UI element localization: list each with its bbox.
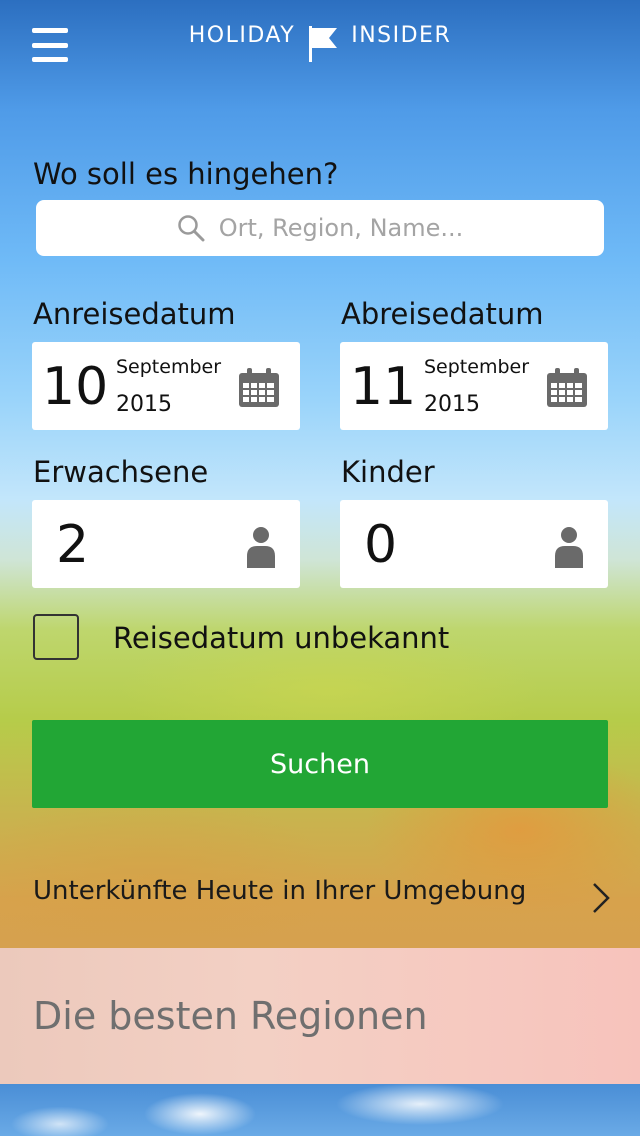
arrival-day: 10 [42, 357, 109, 417]
arrival-label: Anreisedatum [33, 297, 236, 331]
departure-year: 2015 [424, 392, 480, 417]
brand-right-text: INSIDER [351, 23, 452, 48]
departure-date-picker[interactable]: 11 September 2015 [340, 342, 608, 430]
best-regions-panel[interactable]: Die besten Regionen [0, 948, 640, 1084]
person-icon [247, 527, 275, 568]
chevron-right-icon [593, 883, 610, 913]
search-icon [177, 215, 205, 242]
adults-count: 2 [56, 515, 90, 575]
unknown-date-label[interactable]: Reisedatum unbekannt [113, 620, 449, 656]
departure-label: Abreisedatum [341, 297, 544, 331]
person-icon [555, 527, 583, 568]
adults-selector[interactable]: 2 [32, 500, 300, 588]
destination-search-input[interactable]: Ort, Region, Name... [36, 200, 604, 256]
nearby-accommodations-link[interactable]: Unterkünfte Heute in Ihrer Umgebung [0, 860, 640, 930]
best-regions-title: Die besten Regionen [33, 994, 428, 1038]
unknown-date-checkbox[interactable] [33, 614, 79, 660]
calendar-icon [547, 368, 587, 407]
region-image-preview[interactable] [0, 1084, 640, 1136]
children-count: 0 [364, 515, 398, 575]
nearby-label: Unterkünfte Heute in Ihrer Umgebung [33, 876, 527, 906]
arrival-date-picker[interactable]: 10 September 2015 [32, 342, 300, 430]
arrival-year: 2015 [116, 392, 172, 417]
children-selector[interactable]: 0 [340, 500, 608, 588]
search-placeholder: Ort, Region, Name... [218, 214, 464, 242]
flag-icon [309, 26, 338, 62]
arrival-month: September [116, 356, 222, 378]
destination-label: Wo soll es hingehen? [33, 157, 339, 191]
adults-label: Erwachsene [33, 455, 209, 489]
app-screen: HOLIDAY INSIDER Wo soll es hingehen? Ort… [0, 0, 640, 1136]
departure-day: 11 [350, 357, 417, 417]
brand-logo[interactable]: HOLIDAY INSIDER [0, 22, 640, 64]
calendar-icon [239, 368, 279, 407]
brand-left-text: HOLIDAY [188, 23, 296, 48]
children-label: Kinder [341, 455, 435, 489]
departure-month: September [424, 356, 530, 378]
search-button[interactable]: Suchen [32, 720, 608, 808]
